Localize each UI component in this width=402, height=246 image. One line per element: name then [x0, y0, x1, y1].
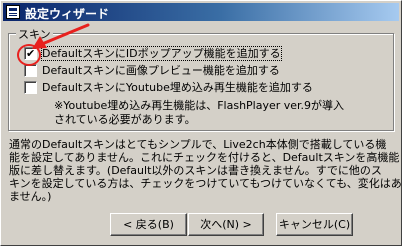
next-button[interactable]: 次へ(N) > — [188, 213, 264, 236]
window-icon — [6, 5, 20, 19]
option-image-preview-label[interactable]: Defaultスキンに画像プレビュー機能を追加する — [42, 64, 280, 77]
option-youtube-embed-label[interactable]: DefaultスキンにYoutube埋め込み再生機能を追加する — [42, 81, 313, 94]
checkbox-image-preview[interactable] — [24, 64, 37, 77]
cancel-button[interactable]: キャンセル(C) — [276, 213, 353, 236]
annotation-arrow-icon — [32, 23, 90, 49]
youtube-requirement-note: ※Youtube埋め込み再生機能は、FlashPlayer ver.9が導入 さ… — [54, 99, 345, 126]
title-bar[interactable]: 設定ウィザード — [3, 3, 399, 21]
back-button[interactable]: < 戻る(B) — [110, 213, 187, 236]
description-text: 通常のDefaultスキンはとてもシンプルで、Live2ch本体側で搭載している… — [9, 138, 402, 203]
checkbox-youtube-embed[interactable] — [24, 81, 37, 94]
window-title: 設定ウィザード — [25, 7, 110, 21]
